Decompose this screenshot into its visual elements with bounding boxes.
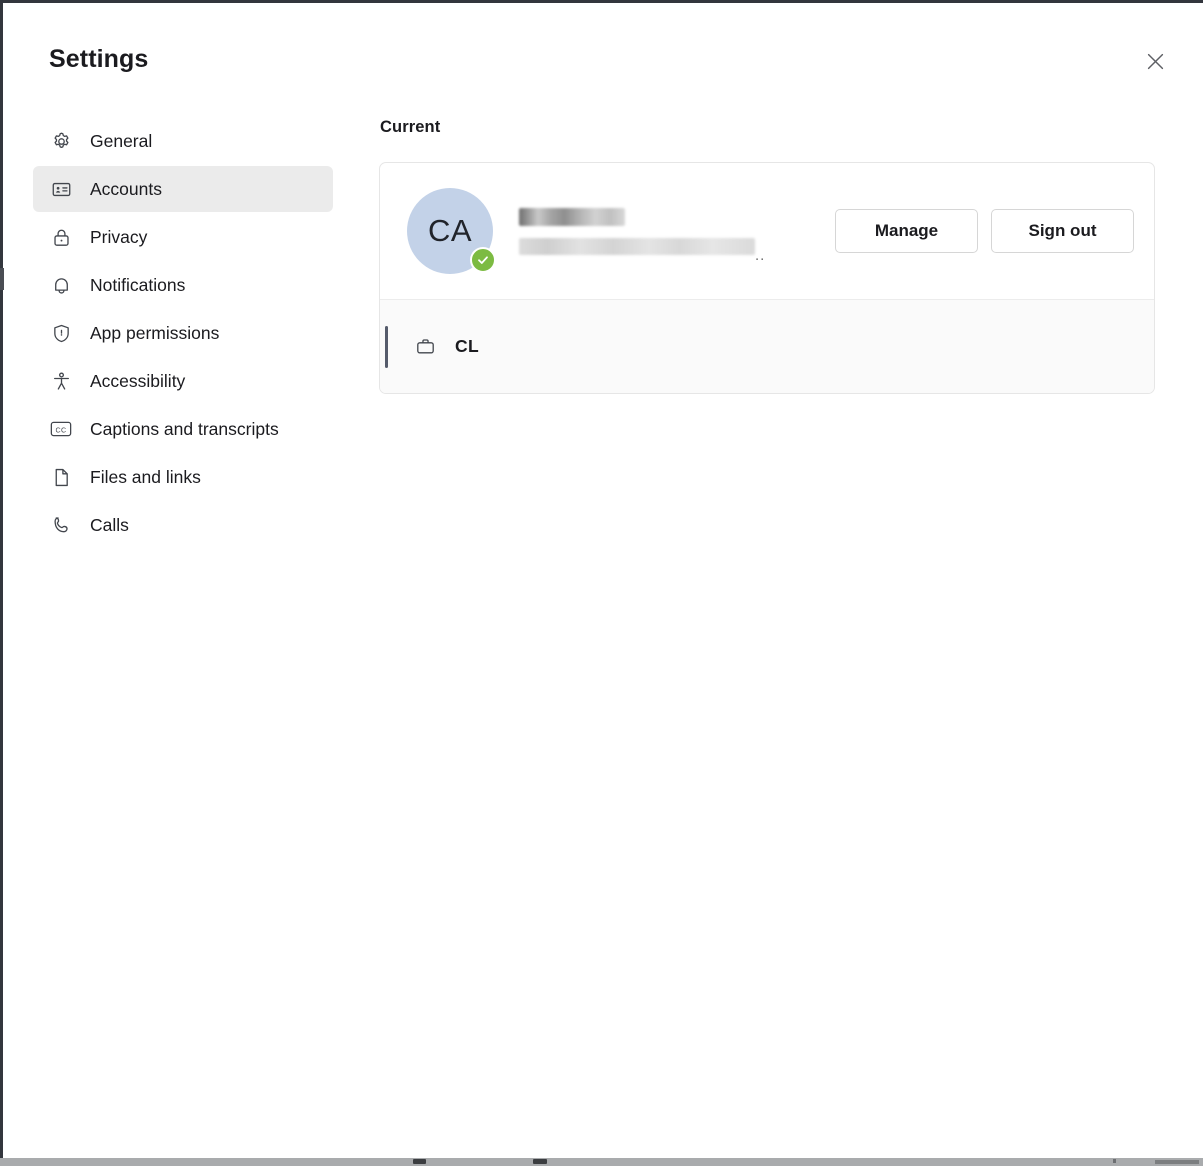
close-icon <box>1147 53 1163 69</box>
account-actions: Manage Sign out <box>835 209 1134 253</box>
sidebar-item-label: General <box>90 130 153 151</box>
account-display-name-redacted <box>519 207 625 226</box>
close-button[interactable] <box>1133 39 1177 83</box>
taskbar-icon[interactable] <box>413 1159 426 1164</box>
title-bar: Settings <box>0 3 1200 108</box>
bell-icon <box>50 274 72 296</box>
briefcase-icon <box>414 336 436 358</box>
accounts-panel: Current CA .. Manage Sign out CL <box>379 118 1159 394</box>
settings-sidebar: General Accounts Privacy Notifications A… <box>33 118 333 550</box>
section-heading: Current <box>380 118 441 136</box>
shield-icon <box>50 322 72 344</box>
gear-icon <box>50 130 72 152</box>
sidebar-item-calls[interactable]: Calls <box>33 502 333 548</box>
avatar-with-presence: CA <box>407 188 496 274</box>
sidebar-item-captions-and-transcripts[interactable]: CC Captions and transcripts <box>33 406 333 452</box>
window-border-artifact <box>0 268 4 290</box>
contact-card-icon <box>50 178 72 200</box>
sidebar-item-label: Privacy <box>90 226 148 247</box>
sidebar-item-app-permissions[interactable]: App permissions <box>33 310 333 356</box>
sidebar-item-notifications[interactable]: Notifications <box>33 262 333 308</box>
sidebar-item-label: Accessibility <box>90 370 186 391</box>
window-border-left <box>0 0 3 1160</box>
sign-out-button[interactable]: Sign out <box>991 209 1134 253</box>
taskbar-strip <box>0 1158 1203 1166</box>
closed-caption-icon: CC <box>50 418 72 440</box>
sidebar-item-accessibility[interactable]: Accessibility <box>33 358 333 404</box>
selected-accent-bar <box>385 325 388 368</box>
taskbar-system-tray[interactable] <box>1155 1160 1199 1164</box>
account-email-truncation: .. <box>755 246 766 264</box>
page-title: Settings <box>49 45 149 73</box>
sidebar-item-label: Captions and transcripts <box>90 418 279 439</box>
account-identity: .. <box>519 207 821 264</box>
phone-icon <box>50 514 72 536</box>
sidebar-item-label: Files and links <box>90 466 201 487</box>
sidebar-item-files-and-links[interactable]: Files and links <box>33 454 333 500</box>
taskbar-icon[interactable] <box>1113 1159 1116 1163</box>
accessibility-icon <box>50 370 72 392</box>
manage-button[interactable]: Manage <box>835 209 978 253</box>
account-email-redacted <box>519 237 755 255</box>
sidebar-item-label: Calls <box>90 514 129 535</box>
taskbar-icon[interactable] <box>533 1159 547 1164</box>
accounts-card: CA .. Manage Sign out CL <box>379 162 1155 394</box>
sidebar-item-label: App permissions <box>90 322 220 343</box>
settings-window: Settings General Accounts Privacy Notifi… <box>0 0 1203 1166</box>
sidebar-item-label: Accounts <box>90 178 162 199</box>
org-row-cl[interactable]: CL <box>380 299 1154 393</box>
document-icon <box>50 466 72 488</box>
sidebar-item-label: Notifications <box>90 274 186 295</box>
sidebar-item-accounts[interactable]: Accounts <box>33 166 333 212</box>
org-name: CL <box>455 336 479 356</box>
sidebar-item-privacy[interactable]: Privacy <box>33 214 333 260</box>
svg-text:CC: CC <box>56 426 67 434</box>
checkmark-icon <box>478 256 488 264</box>
sidebar-item-general[interactable]: General <box>33 118 333 164</box>
presence-badge-available <box>470 247 496 273</box>
current-account-row: CA .. Manage Sign out <box>380 163 1154 299</box>
lock-icon <box>50 226 72 248</box>
